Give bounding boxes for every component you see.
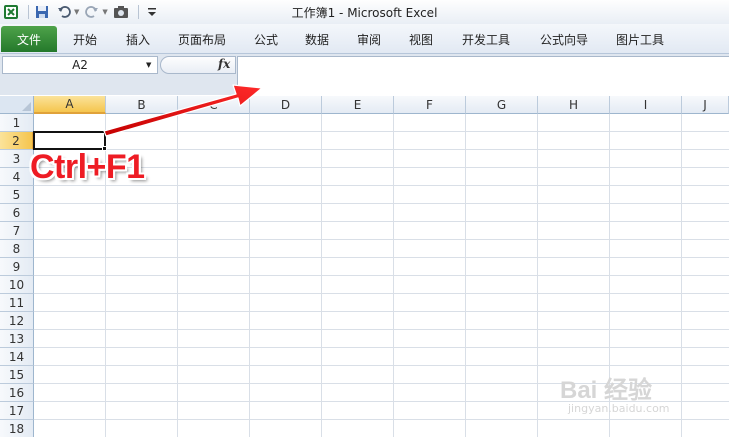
row-header-16[interactable]: 16 <box>0 384 34 402</box>
tab-file[interactable]: 文件 <box>1 26 57 52</box>
excel-logo-icon[interactable] <box>2 3 20 21</box>
insert-function-icon[interactable]: fx <box>218 57 230 71</box>
row-header-8[interactable]: 8 <box>0 240 34 258</box>
column-header-i[interactable]: I <box>610 96 682 114</box>
tab-home[interactable]: 开始 <box>57 25 113 53</box>
undo-dropdown-icon[interactable]: ▼ <box>74 8 79 16</box>
save-icon[interactable] <box>33 3 51 21</box>
column-header-g[interactable]: G <box>466 96 538 114</box>
row-header-14[interactable]: 14 <box>0 348 34 366</box>
tab-picture-tools[interactable]: 图片工具 <box>603 25 677 53</box>
column-header-e[interactable]: E <box>322 96 394 114</box>
row-header-4[interactable]: 4 <box>0 168 34 186</box>
select-all-icon <box>22 102 31 111</box>
row-header-1[interactable]: 1 <box>0 114 34 132</box>
tab-formula-wizard[interactable]: 公式向导 <box>525 25 603 53</box>
row-header-5[interactable]: 5 <box>0 186 34 204</box>
tab-insert[interactable]: 插入 <box>113 25 163 53</box>
title-bar: ▼ ▼ 工作簿1 - Microsoft Excel <box>0 0 729 24</box>
tab-developer[interactable]: 开发工具 <box>447 25 525 53</box>
toolbar-separator <box>137 5 139 19</box>
row-header-18[interactable]: 18 <box>0 420 34 437</box>
column-header-c[interactable]: C <box>178 96 250 114</box>
column-header-h[interactable]: H <box>538 96 610 114</box>
camera-icon[interactable] <box>112 3 130 21</box>
row-header-15[interactable]: 15 <box>0 366 34 384</box>
row-header-17[interactable]: 17 <box>0 402 34 420</box>
row-header-12[interactable]: 12 <box>0 312 34 330</box>
formula-bar: A2 ▼ fx <box>0 54 729 95</box>
shortcut-annotation: Ctrl+F1 <box>30 148 145 186</box>
column-header-d[interactable]: D <box>250 96 322 114</box>
select-all-corner[interactable] <box>0 96 34 114</box>
redo-icon[interactable] <box>83 3 101 21</box>
row-header-11[interactable]: 11 <box>0 294 34 312</box>
row-header-3[interactable]: 3 <box>0 150 34 168</box>
toolbar-separator <box>28 5 29 19</box>
column-header-f[interactable]: F <box>394 96 466 114</box>
name-box-dropdown-icon[interactable]: ▼ <box>146 61 151 69</box>
quick-access-toolbar: ▼ ▼ <box>0 0 165 24</box>
ribbon-tabs: 文件 开始 插入 页面布局 公式 数据 审阅 视图 开发工具 公式向导 图片工具 <box>0 24 729 54</box>
undo-icon[interactable] <box>55 3 73 21</box>
row-header-7[interactable]: 7 <box>0 222 34 240</box>
name-box[interactable]: A2 <box>2 56 158 74</box>
tab-review[interactable]: 审阅 <box>343 25 395 53</box>
tab-formulas[interactable]: 公式 <box>241 25 291 53</box>
formula-bar-expanded-area <box>0 76 237 95</box>
row-header-13[interactable]: 13 <box>0 330 34 348</box>
row-header-2[interactable]: 2 <box>0 132 34 150</box>
column-header-b[interactable]: B <box>106 96 178 114</box>
column-header-a[interactable]: A <box>34 96 106 114</box>
customize-icon[interactable] <box>143 3 161 21</box>
tab-view[interactable]: 视图 <box>395 25 447 53</box>
tab-page-layout[interactable]: 页面布局 <box>163 25 241 53</box>
column-header-j[interactable]: J <box>682 96 729 114</box>
row-header-9[interactable]: 9 <box>0 258 34 276</box>
tab-data[interactable]: 数据 <box>291 25 343 53</box>
redo-dropdown-icon[interactable]: ▼ <box>102 8 107 16</box>
formula-input[interactable] <box>237 56 729 95</box>
row-header-10[interactable]: 10 <box>0 276 34 294</box>
row-header-6[interactable]: 6 <box>0 204 34 222</box>
